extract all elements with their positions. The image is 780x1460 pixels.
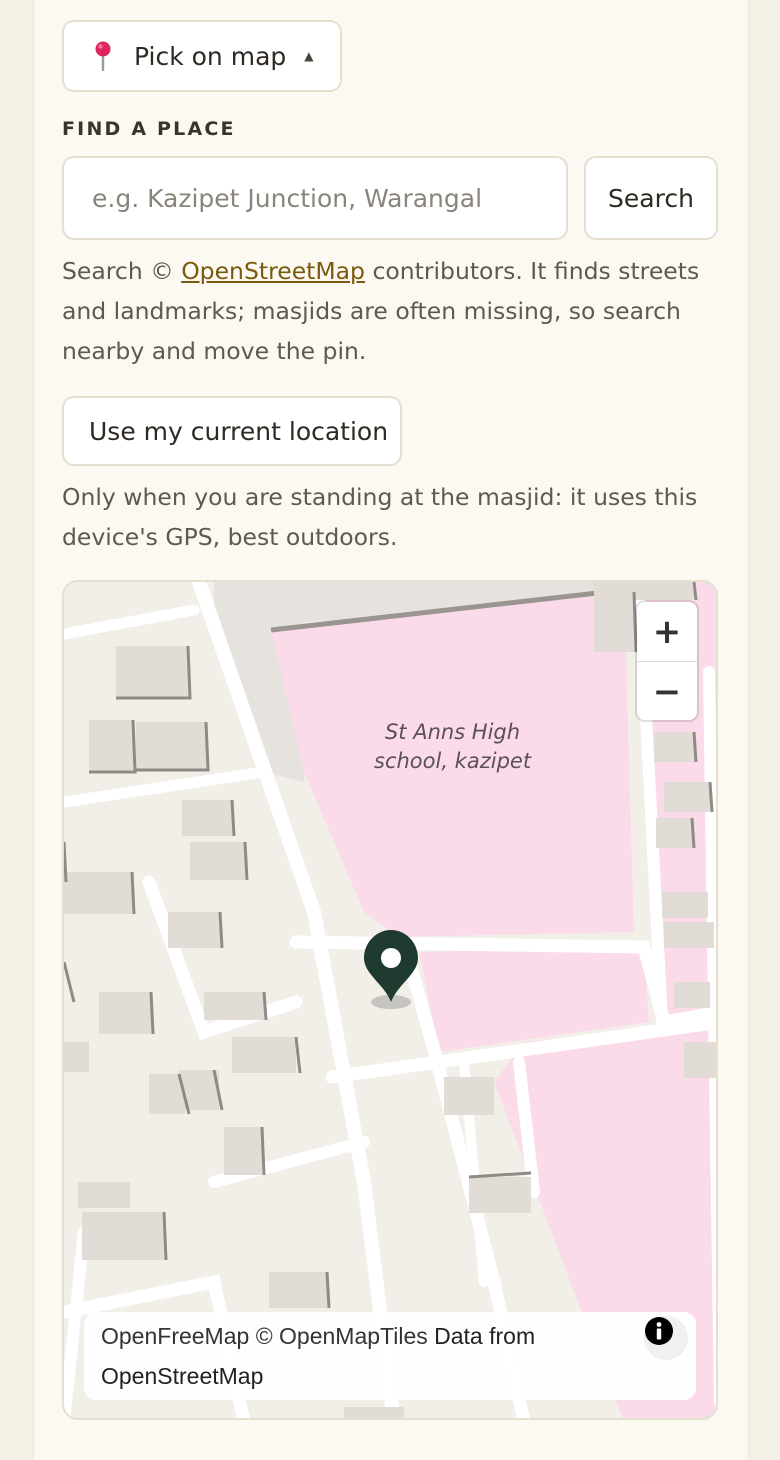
- attribution-openfreemap[interactable]: OpenFreeMap © OpenMapTiles: [101, 1323, 428, 1349]
- zoom-in-button[interactable]: +: [637, 602, 697, 661]
- find-place-label: FIND A PLACE: [62, 118, 236, 140]
- search-button[interactable]: Search: [584, 156, 718, 240]
- search-attribution-note: Search © OpenStreetMap contributors. It …: [62, 251, 722, 371]
- map-view[interactable]: St Anns High school, kazipet + − OpenFre…: [62, 580, 718, 1420]
- zoom-out-button[interactable]: −: [637, 661, 697, 721]
- search-note-prefix: Search ©: [62, 257, 182, 285]
- school-label-line2: school, kazipet: [374, 749, 532, 773]
- location-note: Only when you are standing at the masjid…: [62, 483, 698, 551]
- map-attribution: OpenFreeMap © OpenMapTiles Data from Ope…: [84, 1312, 696, 1400]
- caret-up-icon: ▲: [304, 49, 314, 63]
- pick-on-map-label: Pick on map: [134, 41, 287, 71]
- school-place-label: St Anns High school, kazipet: [374, 718, 531, 776]
- place-search-input[interactable]: [62, 156, 568, 240]
- pushpin-icon: [94, 41, 112, 72]
- pick-on-map-button[interactable]: Pick on map ▲: [62, 20, 342, 92]
- openstreetmap-link[interactable]: OpenStreetMap: [181, 257, 365, 285]
- use-current-location-button[interactable]: Use my current location: [62, 396, 402, 466]
- zoom-control: + −: [637, 602, 697, 720]
- info-icon[interactable]: [644, 1316, 688, 1360]
- map-canvas[interactable]: [64, 582, 718, 1420]
- school-label-line1: St Anns High: [384, 720, 521, 744]
